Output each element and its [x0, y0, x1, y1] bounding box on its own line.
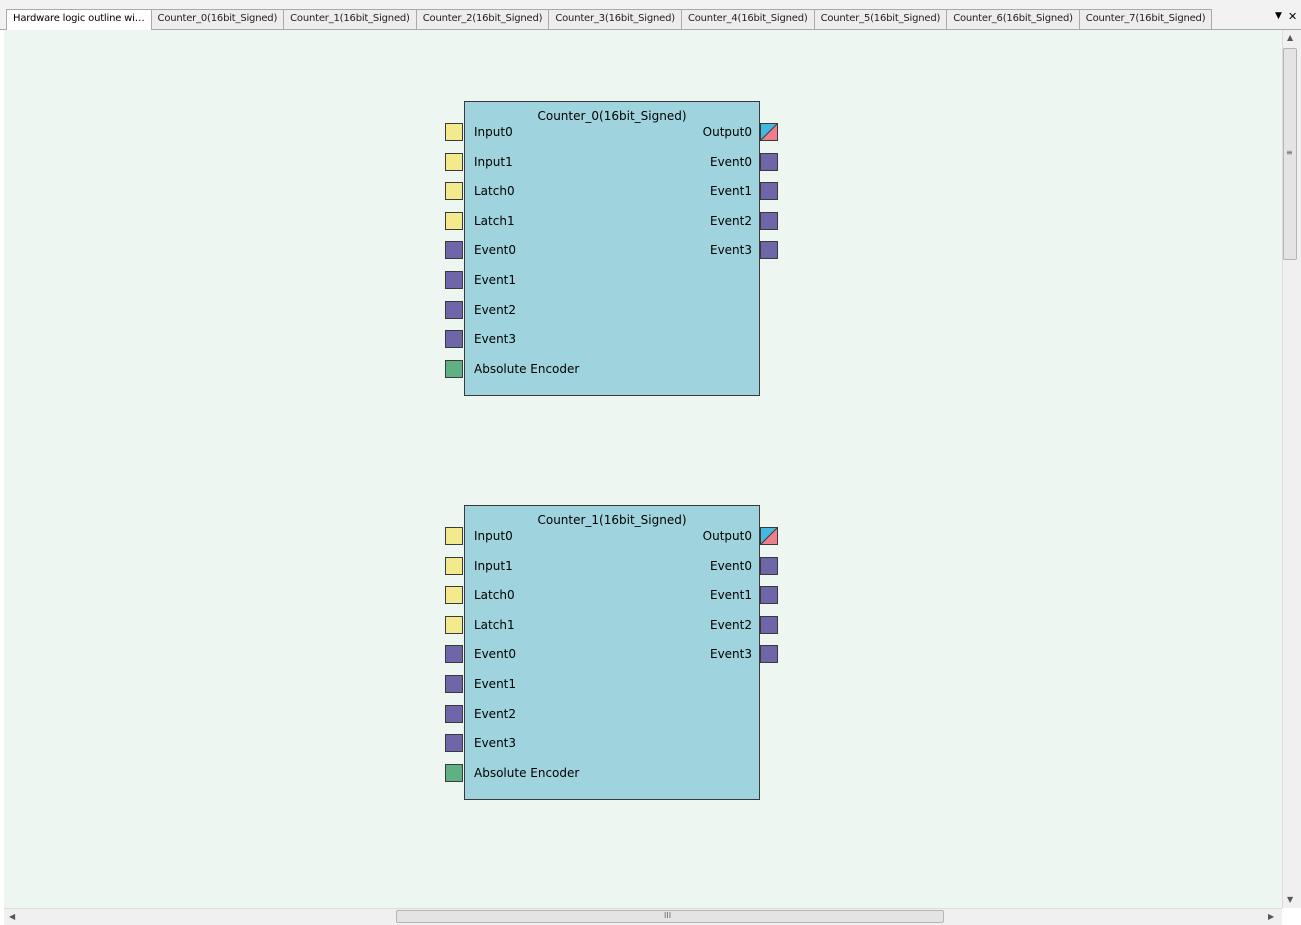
input-port-label: Input1	[474, 558, 513, 573]
input-port-connector[interactable]	[445, 123, 463, 141]
output-port-label: Output0	[702, 529, 752, 543]
input-port-label: Input0	[474, 125, 513, 139]
tab-list-dropdown-icon[interactable]: ▼	[1275, 11, 1282, 21]
counter-block[interactable]: Counter_0(16bit_Signed) Input0 Input1 Latch…	[445, 101, 778, 396]
input-port-label: Latch1	[474, 213, 515, 228]
output-port-connector[interactable]	[760, 527, 778, 545]
block-title: Counter_1(16bit_Signed)	[537, 513, 687, 527]
output-port-label: Event3	[709, 243, 752, 258]
event-port-connector[interactable]	[760, 241, 778, 260]
input-port-label: Event1	[474, 677, 517, 691]
tab-counter-7[interactable]: Counter_7(16bit_Signed)	[1078, 9, 1213, 29]
event-port-connector[interactable]	[445, 734, 463, 753]
encoder-port-connector[interactable]	[445, 763, 463, 782]
input-port-connector[interactable]	[445, 182, 463, 201]
event-port-connector[interactable]	[760, 645, 778, 664]
input-port-label: Absolute Encoder	[474, 361, 580, 376]
tab-counter-6[interactable]: Counter_6(16bit_Signed)	[946, 9, 1080, 29]
input-port-label: Event3	[474, 332, 517, 347]
input-port-label: Event2	[474, 706, 517, 721]
event-port-connector[interactable]	[760, 182, 778, 201]
output-port-label: Event1	[709, 588, 752, 603]
close-tab-icon[interactable]: ✕	[1288, 10, 1297, 23]
input-port-label: Input1	[474, 154, 513, 169]
event-port-connector[interactable]	[445, 645, 463, 664]
event-port-connector[interactable]	[760, 556, 778, 575]
tab-hardware-logic-outline[interactable]: Hardware logic outline wi…	[6, 9, 152, 30]
input-port-label: Latch1	[474, 617, 515, 632]
tab-counter-0[interactable]: Counter_0(16bit_Signed)	[150, 9, 285, 29]
event-port-connector[interactable]	[445, 675, 463, 693]
vertical-grip-icon: ≡	[1286, 148, 1293, 157]
event-port-connector[interactable]	[760, 586, 778, 605]
scroll-down-arrow-icon[interactable]: ▼	[1287, 895, 1293, 904]
tab-strip: Hardware logic outline wi… Counter_0(16b…	[0, 0, 1301, 30]
event-port-connector[interactable]	[760, 615, 778, 634]
tab-counter-4[interactable]: Counter_4(16bit_Signed)	[680, 9, 815, 29]
scroll-left-arrow-icon[interactable]: ◀	[9, 912, 15, 921]
input-port-connector[interactable]	[445, 152, 463, 171]
input-port-label: Latch0	[474, 588, 515, 603]
output-port-label: Event1	[709, 184, 752, 199]
event-port-connector[interactable]	[445, 330, 463, 349]
output-port-label: Event3	[709, 647, 752, 662]
counter-block[interactable]: Counter_1(16bit_Signed) Input0 Input1 Latch…	[445, 505, 778, 800]
encoder-port-connector[interactable]	[445, 359, 463, 378]
output-port-connector[interactable]	[760, 123, 778, 141]
horizontal-grip-icon: III	[664, 911, 672, 920]
input-port-connector[interactable]	[445, 211, 463, 230]
tab-counter-3[interactable]: Counter_3(16bit_Signed)	[548, 9, 682, 29]
tab-counter-1[interactable]: Counter_1(16bit_Signed)	[283, 9, 417, 29]
output-port-label: Event0	[709, 558, 752, 573]
event-port-connector[interactable]	[445, 271, 463, 289]
input-port-connector[interactable]	[445, 527, 463, 545]
input-port-label: Input0	[474, 529, 513, 543]
diagram-canvas[interactable]: Counter_0(16bit_Signed) Input0 Input1 Latch…	[4, 30, 1282, 908]
input-port-connector[interactable]	[445, 556, 463, 575]
output-port-label: Event2	[709, 213, 752, 228]
event-port-connector[interactable]	[445, 704, 463, 723]
event-port-connector[interactable]	[445, 241, 463, 260]
block-title: Counter_0(16bit_Signed)	[537, 109, 687, 123]
tab-list: Hardware logic outline wi… Counter_0(16b…	[6, 9, 1213, 30]
input-port-label: Event3	[474, 736, 517, 751]
scroll-up-arrow-icon[interactable]: ▲	[1287, 33, 1293, 42]
input-port-label: Latch0	[474, 184, 515, 199]
scroll-right-arrow-icon[interactable]: ▶	[1268, 912, 1274, 921]
input-port-connector[interactable]	[445, 615, 463, 634]
input-port-label: Event1	[474, 273, 517, 287]
input-port-label: Event0	[474, 647, 517, 662]
output-port-icon	[761, 124, 777, 140]
input-port-label: Event0	[474, 243, 517, 258]
event-port-connector[interactable]	[760, 211, 778, 230]
tab-counter-5[interactable]: Counter_5(16bit_Signed)	[813, 9, 948, 29]
event-port-connector[interactable]	[445, 300, 463, 319]
output-port-label: Event2	[709, 617, 752, 632]
event-port-connector[interactable]	[760, 152, 778, 171]
tab-counter-2[interactable]: Counter_2(16bit_Signed)	[415, 9, 550, 29]
output-port-label: Event0	[709, 154, 752, 169]
output-port-label: Output0	[702, 125, 752, 139]
input-port-label: Event2	[474, 302, 517, 317]
input-port-connector[interactable]	[445, 586, 463, 605]
input-port-label: Absolute Encoder	[474, 765, 580, 780]
output-port-icon	[761, 528, 777, 544]
